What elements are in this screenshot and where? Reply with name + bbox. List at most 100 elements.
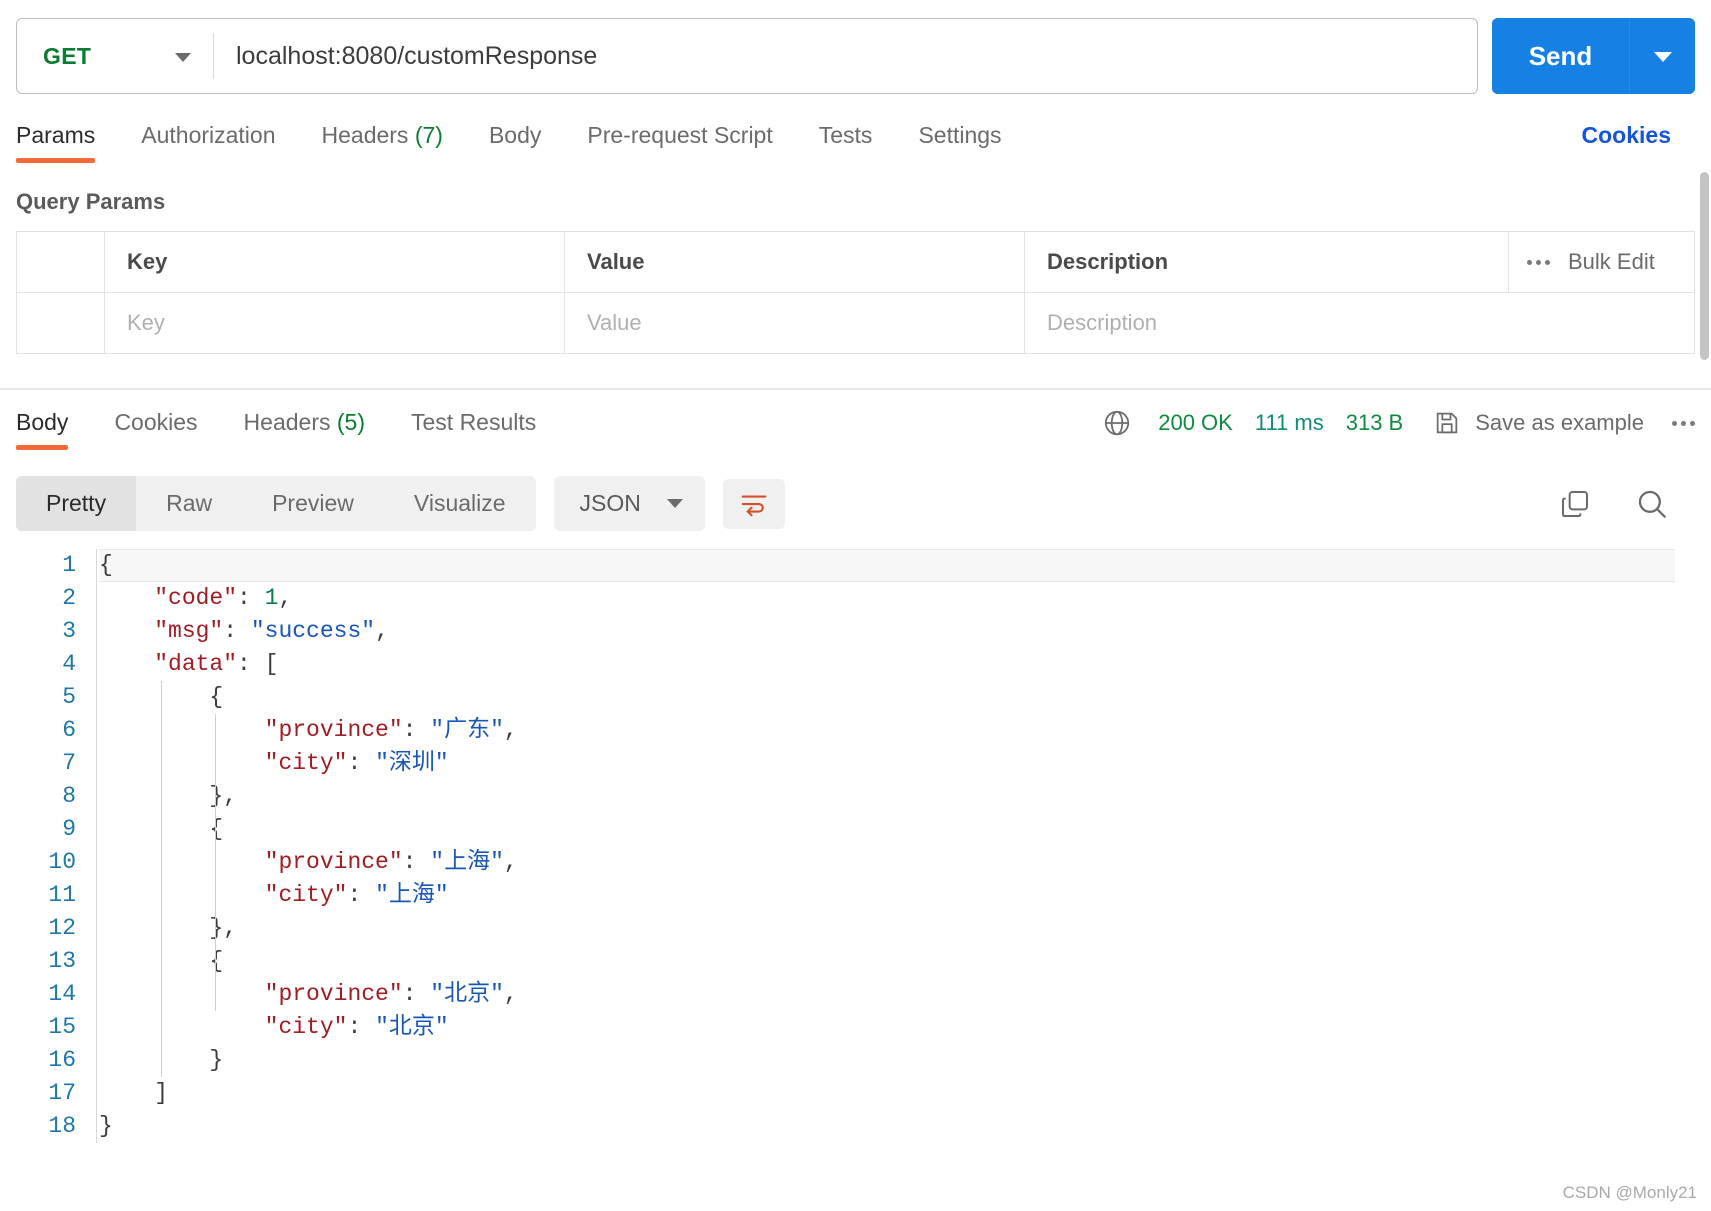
json-key: "msg": [154, 618, 224, 644]
code-line[interactable]: {: [99, 945, 1711, 978]
line-number: 8: [62, 783, 76, 809]
view-mode-pretty[interactable]: Pretty: [16, 476, 137, 531]
json-string: "广东": [430, 717, 504, 743]
response-tab-body[interactable]: Body: [16, 409, 69, 450]
tab-authorization[interactable]: Authorization: [141, 122, 275, 163]
code-line[interactable]: "data": [: [99, 648, 1711, 681]
param-description-input[interactable]: Description: [1025, 293, 1694, 353]
send-button[interactable]: Send: [1492, 18, 1629, 94]
tab-label: Params: [16, 122, 96, 148]
line-number: 13: [48, 948, 76, 974]
tab-params[interactable]: Params: [16, 122, 96, 163]
json-punctuation: {: [99, 552, 113, 578]
tab-settings[interactable]: Settings: [918, 122, 1001, 163]
param-key-input[interactable]: Key: [105, 293, 565, 353]
response-tab-headers[interactable]: Headers (5): [244, 409, 365, 450]
request-tabs: Params Authorization Headers (7) Body Pr…: [0, 122, 1711, 163]
url-bar: GET: [16, 18, 1478, 94]
view-mode-raw[interactable]: Raw: [136, 476, 242, 531]
tab-label: Headers: [243, 409, 331, 435]
language-selector[interactable]: JSON: [553, 476, 705, 531]
code-line[interactable]: ]: [99, 1077, 1711, 1110]
line-number: 10: [48, 849, 76, 875]
response-tab-test-results[interactable]: Test Results: [411, 409, 536, 450]
code-line[interactable]: {: [99, 813, 1711, 846]
code-line[interactable]: },: [99, 912, 1711, 945]
wrap-text-button[interactable]: [722, 478, 785, 529]
request-url-row: GET Send: [0, 0, 1711, 94]
code-line[interactable]: }: [99, 1110, 1711, 1143]
line-number: 1: [62, 552, 76, 578]
method-selector[interactable]: GET: [17, 19, 213, 93]
code-line[interactable]: "msg": "success",: [99, 615, 1711, 648]
tab-label: Tests: [818, 122, 873, 148]
json-punctuation: :: [402, 981, 431, 1007]
query-params-table: Key Value Description Bulk Edit Key Valu…: [16, 231, 1695, 354]
line-number-gutter: 1 2 3 4 5 6 7 8 9 10 11 12 13 14 15 16 17 18: [0, 549, 96, 1143]
json-punctuation: [99, 717, 265, 743]
json-punctuation: ,: [503, 717, 518, 743]
row-checkbox-cell[interactable]: [17, 293, 105, 353]
tab-body[interactable]: Body: [489, 122, 541, 163]
send-options-button[interactable]: [1630, 18, 1695, 94]
select-all-cell[interactable]: [17, 232, 105, 292]
save-floppy-icon[interactable]: [1433, 409, 1461, 437]
tab-label: Authorization: [141, 122, 276, 148]
view-mode-visualize[interactable]: Visualize: [384, 476, 536, 531]
json-key: "province": [264, 717, 403, 743]
json-punctuation: [99, 882, 265, 908]
tab-tests[interactable]: Tests: [819, 122, 873, 163]
tab-pre-request-script[interactable]: Pre-request Script: [587, 122, 772, 163]
json-string: "上海": [430, 849, 504, 875]
tab-label: Settings: [918, 122, 1002, 148]
tab-label: Pre-request Script: [587, 122, 773, 148]
json-key: "code": [154, 585, 238, 611]
code-lines[interactable]: { "code": 1, "msg": "success", "data": […: [96, 549, 1711, 1143]
code-line[interactable]: "province": "广东",: [99, 714, 1711, 747]
copy-icon[interactable]: [1559, 488, 1591, 520]
bulk-edit-button[interactable]: Bulk Edit: [1568, 249, 1655, 275]
json-punctuation: :: [223, 618, 251, 644]
json-punctuation: },: [99, 915, 238, 941]
param-value-input[interactable]: Value: [565, 293, 1025, 353]
code-line[interactable]: "province": "上海",: [99, 846, 1711, 879]
json-string: "北京": [375, 1014, 449, 1040]
json-punctuation: [99, 1014, 265, 1040]
json-key: "city": [264, 882, 348, 908]
code-line[interactable]: "code": 1,: [99, 582, 1711, 615]
response-tab-cookies[interactable]: Cookies: [114, 409, 197, 450]
method-label: GET: [43, 42, 92, 69]
bulk-edit-cell: Bulk Edit: [1508, 232, 1694, 292]
line-number: 15: [48, 1014, 76, 1040]
json-number: 1: [264, 585, 279, 611]
response-body-editor[interactable]: 1 2 3 4 5 6 7 8 9 10 11 12 13 14 15 16 17 18 { "code": 1,…: [0, 549, 1711, 1143]
line-number: 6: [62, 717, 76, 743]
request-pane-scrollbar[interactable]: [1700, 172, 1709, 360]
code-line[interactable]: {: [99, 549, 1675, 582]
code-line[interactable]: {: [99, 681, 1711, 714]
indent-guide: [215, 813, 216, 912]
code-line[interactable]: "city": "深圳": [99, 747, 1711, 780]
json-punctuation: ,: [278, 585, 293, 611]
json-key: "province": [264, 849, 403, 875]
cookies-link[interactable]: Cookies: [1582, 122, 1671, 163]
line-number: 14: [48, 981, 76, 1007]
code-line[interactable]: "province": "北京",: [99, 978, 1711, 1011]
json-punctuation: [99, 849, 265, 875]
search-icon[interactable]: [1635, 487, 1669, 521]
code-line[interactable]: },: [99, 780, 1711, 813]
globe-icon[interactable]: [1102, 408, 1132, 438]
tab-count-badge: (5): [336, 409, 365, 435]
save-as-example-button[interactable]: Save as example: [1475, 410, 1644, 436]
view-mode-preview[interactable]: Preview: [242, 476, 384, 531]
tab-headers[interactable]: Headers (7): [322, 122, 443, 163]
line-number: 7: [62, 750, 76, 776]
more-horizontal-icon[interactable]: [1527, 259, 1550, 265]
code-line[interactable]: }: [99, 1044, 1711, 1077]
url-input[interactable]: [214, 41, 1477, 71]
code-line[interactable]: "city": "北京": [99, 1011, 1711, 1044]
code-line[interactable]: "city": "上海": [99, 879, 1711, 912]
json-punctuation: :: [402, 717, 431, 743]
more-horizontal-icon[interactable]: [1672, 420, 1695, 426]
code-actions: [1559, 487, 1695, 521]
